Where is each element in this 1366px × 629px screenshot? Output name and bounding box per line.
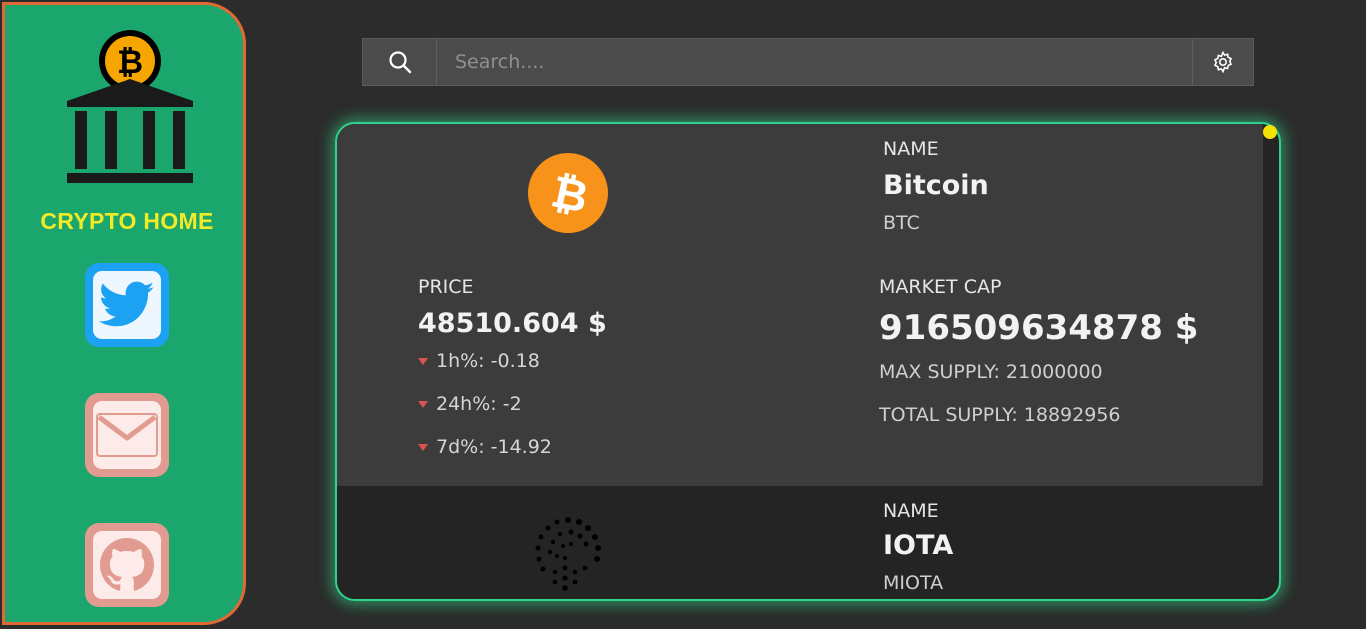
max-supply: MAX SUPPLY: 21000000 [879,361,1103,383]
coin-name: IOTA [883,530,954,561]
coin-symbol: MIOTA [883,572,944,594]
bank-bitcoin-logo-icon: ₿ [67,30,193,183]
change-24h-text: 24h%: -2 [436,393,522,415]
market-cap-value: 916509634878 $ [879,308,1199,348]
down-arrow-icon [418,358,428,365]
mail-link[interactable] [85,393,169,477]
search-bar [362,38,1254,86]
search-button[interactable] [363,39,437,85]
settings-button[interactable] [1192,39,1253,85]
sidebar: ₿ CRYPTO HOME [2,2,246,625]
coin-price: 48510.604 $ [418,308,607,339]
twitter-link[interactable] [85,263,169,347]
search-icon [388,51,411,74]
down-arrow-icon [418,444,428,451]
status-dot [1263,125,1277,139]
market-cap-label: MARKET CAP [879,276,1002,298]
change-7d-text: 7d%: -14.92 [436,436,552,458]
github-icon [100,538,154,591]
svg-text:₿: ₿ [117,43,143,81]
change-1h-text: 1h%: -0.18 [436,350,540,372]
coin-card[interactable]: ₿ NAME Bitcoin BTC PRICE 48510.604 $ 1h%… [337,124,1263,486]
twitter-icon [99,281,155,327]
price-label: PRICE [418,276,474,298]
coin-card[interactable]: NAME IOTA MIOTA [337,486,1263,599]
coin-symbol: BTC [883,212,920,234]
change-1h: 1h%: -0.18 [418,350,540,372]
name-label: NAME [883,500,939,522]
brand-title: CRYPTO HOME [40,208,214,234]
github-link[interactable] [85,523,169,607]
mail-icon [96,413,158,457]
change-24h: 24h%: -2 [418,393,522,415]
down-arrow-icon [418,401,428,408]
change-7d: 7d%: -14.92 [418,436,552,458]
bitcoin-icon: ₿ [528,153,608,233]
search-input[interactable] [437,39,1193,85]
total-supply: TOTAL SUPPLY: 18892956 [879,404,1121,426]
name-label: NAME [883,138,939,160]
coin-list: ₿ NAME Bitcoin BTC PRICE 48510.604 $ 1h%… [335,122,1281,601]
gear-icon [1213,50,1233,74]
coin-name: Bitcoin [883,170,989,201]
iota-icon [535,517,601,591]
